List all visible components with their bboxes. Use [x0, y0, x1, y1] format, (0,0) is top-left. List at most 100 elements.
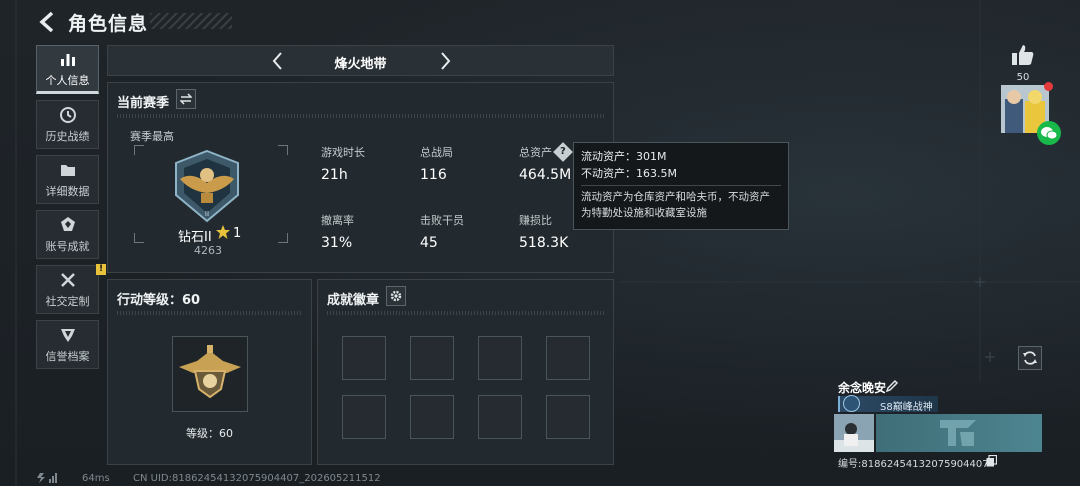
- rank-name: 钻石II: [178, 230, 212, 245]
- player-id: 编号:81862454132075904407: [838, 459, 989, 470]
- sidebar-item-label: 信誉档案: [45, 349, 90, 363]
- signal-icon: [37, 473, 57, 483]
- refresh-icon: [1023, 351, 1037, 365]
- stat-value: 31%: [321, 235, 353, 251]
- badge-slot[interactable]: [546, 336, 590, 380]
- sidebar-item-detail-data[interactable]: 详细数据: [36, 155, 99, 204]
- level-label: 等级：60: [186, 427, 233, 440]
- like-count: 50: [1016, 72, 1030, 83]
- star-icon: [216, 225, 230, 239]
- player-banner: [876, 414, 1042, 452]
- achievement-icon: [60, 216, 75, 231]
- frame-corner: [278, 233, 288, 243]
- tooltip-description-line: 流动资产为仓库资产和哈夫币，不动资产: [581, 191, 770, 203]
- diamond-rank-emblem-icon: II: [175, 149, 239, 223]
- next-mode-icon[interactable]: [435, 51, 455, 71]
- panel-title: 行动等级：60: [117, 293, 201, 308]
- divider: [117, 311, 302, 315]
- notification-dot: [1044, 82, 1053, 91]
- achievements-panel: 成就徽章: [317, 279, 614, 465]
- stat-label: 赚损比: [519, 214, 552, 227]
- copy-icon[interactable]: [986, 455, 997, 467]
- tooltip-liquid-assets: 流动资产：301M: [581, 150, 667, 163]
- frame-corner: [278, 145, 288, 155]
- folder-icon: [60, 164, 75, 176]
- player-avatar[interactable]: [834, 414, 874, 452]
- sidebar-item-label: 历史战绩: [45, 129, 90, 143]
- tooltip-description-line: 为特勤处设施和收藏室设施: [581, 207, 707, 219]
- level-emblem-frame: [172, 336, 248, 412]
- sidebar-item-label: 社交定制: [45, 294, 90, 308]
- badge-slot[interactable]: [410, 336, 454, 380]
- action-level-panel: 行动等级：60 等级：60: [107, 279, 312, 465]
- stat-label: 总战局: [420, 146, 453, 159]
- stat-label: 撤离率: [321, 214, 354, 227]
- divider: [581, 185, 781, 186]
- sidebar-item-label: 个人信息: [45, 73, 90, 87]
- badge-slot[interactable]: [342, 336, 386, 380]
- wechat-icon[interactable]: [1037, 121, 1061, 145]
- mode-selector: 烽火地带: [107, 45, 614, 76]
- back-icon[interactable]: [36, 10, 60, 34]
- divider: [327, 311, 604, 315]
- stat-operators-defeated: 击败干员 45: [420, 212, 464, 251]
- title-tag: S8巅峰战神: [838, 395, 938, 413]
- player-name: 余念晚安: [838, 381, 887, 395]
- frame-corner: [134, 145, 144, 155]
- stat-label: 击败干员: [420, 214, 464, 227]
- sidebar-item-label: 详细数据: [45, 184, 90, 198]
- badge-slot[interactable]: [546, 395, 590, 439]
- thumbs-up-icon[interactable]: [1011, 44, 1035, 66]
- title-tag-text: S8巅峰战神: [880, 402, 933, 413]
- svg-text:II: II: [205, 210, 209, 218]
- banner-logo-icon: [940, 420, 976, 446]
- tools-icon: [60, 272, 75, 287]
- stat-label: 游戏时长: [321, 146, 365, 159]
- badge-slot[interactable]: [478, 336, 522, 380]
- stat-value: 464.5M: [519, 167, 572, 183]
- frame-corner: [134, 233, 144, 243]
- season-best-label: 赛季最高: [130, 130, 174, 143]
- edit-pencil-icon[interactable]: [886, 379, 899, 392]
- refresh-button[interactable]: [1018, 346, 1042, 370]
- badge-slot[interactable]: [410, 395, 454, 439]
- gear-icon: [390, 290, 402, 302]
- rank-stars: 1: [233, 226, 242, 241]
- notification-badge: !: [96, 264, 106, 275]
- sidebar-item-achievements[interactable]: 账号成就: [36, 210, 99, 259]
- assets-tooltip: 流动资产：301M 不动资产：163.5M 流动资产为仓库资产和哈夫币，不动资产…: [573, 142, 789, 230]
- divider: [117, 114, 604, 118]
- stat-value: 21h: [321, 167, 348, 183]
- rank-score: 4263: [194, 244, 222, 257]
- stat-extract-rate: 撤离率 31%: [321, 212, 354, 251]
- badge-slot[interactable]: [478, 395, 522, 439]
- uid-text: CN UID:81862454132075904407_202605211512: [133, 473, 381, 484]
- sidebar-item-personal-info[interactable]: 个人信息: [36, 45, 99, 94]
- sidebar-item-label: 账号成就: [45, 239, 90, 253]
- ping-value: 64ms: [82, 473, 110, 484]
- tooltip-fixed-assets: 不动资产：163.5M: [581, 167, 677, 180]
- stat-play-time: 游戏时长 21h: [321, 144, 365, 183]
- mode-name: 烽火地带: [334, 57, 387, 72]
- wechat-logo-icon: [1041, 127, 1058, 140]
- sidebar-item-social[interactable]: 社交定制 !: [36, 264, 106, 314]
- page-title: 角色信息: [68, 13, 149, 35]
- switch-season-button[interactable]: [176, 89, 196, 109]
- history-clock-icon: [59, 106, 76, 123]
- bar-chart-icon: [60, 53, 75, 66]
- stat-profit-loss-ratio: 赚损比 518.3K: [519, 212, 568, 251]
- swap-icon: [180, 93, 192, 105]
- stat-total-matches: 总战局 116: [420, 144, 453, 183]
- badge-slot[interactable]: [342, 395, 386, 439]
- stat-value: 116: [420, 167, 447, 183]
- status-bar: 64ms: [36, 473, 110, 486]
- achievement-settings-button[interactable]: [386, 286, 406, 306]
- stat-value: 518.3K: [519, 235, 569, 251]
- panel-title: 成就徽章: [327, 293, 380, 308]
- sidebar: 个人信息 历史战绩 详细数据 账号成就 社交定制 ! 信誉档案: [36, 45, 106, 375]
- sidebar-item-history[interactable]: 历史战绩: [36, 100, 99, 149]
- current-season-panel: 当前赛季 赛季最高 II 钻石II 1 4263 游戏时长 21h 总战局 11…: [107, 82, 614, 273]
- level-emblem-icon: [179, 345, 241, 399]
- sidebar-item-credit[interactable]: 信誉档案: [36, 320, 99, 369]
- title-stripes-decor: [150, 13, 232, 29]
